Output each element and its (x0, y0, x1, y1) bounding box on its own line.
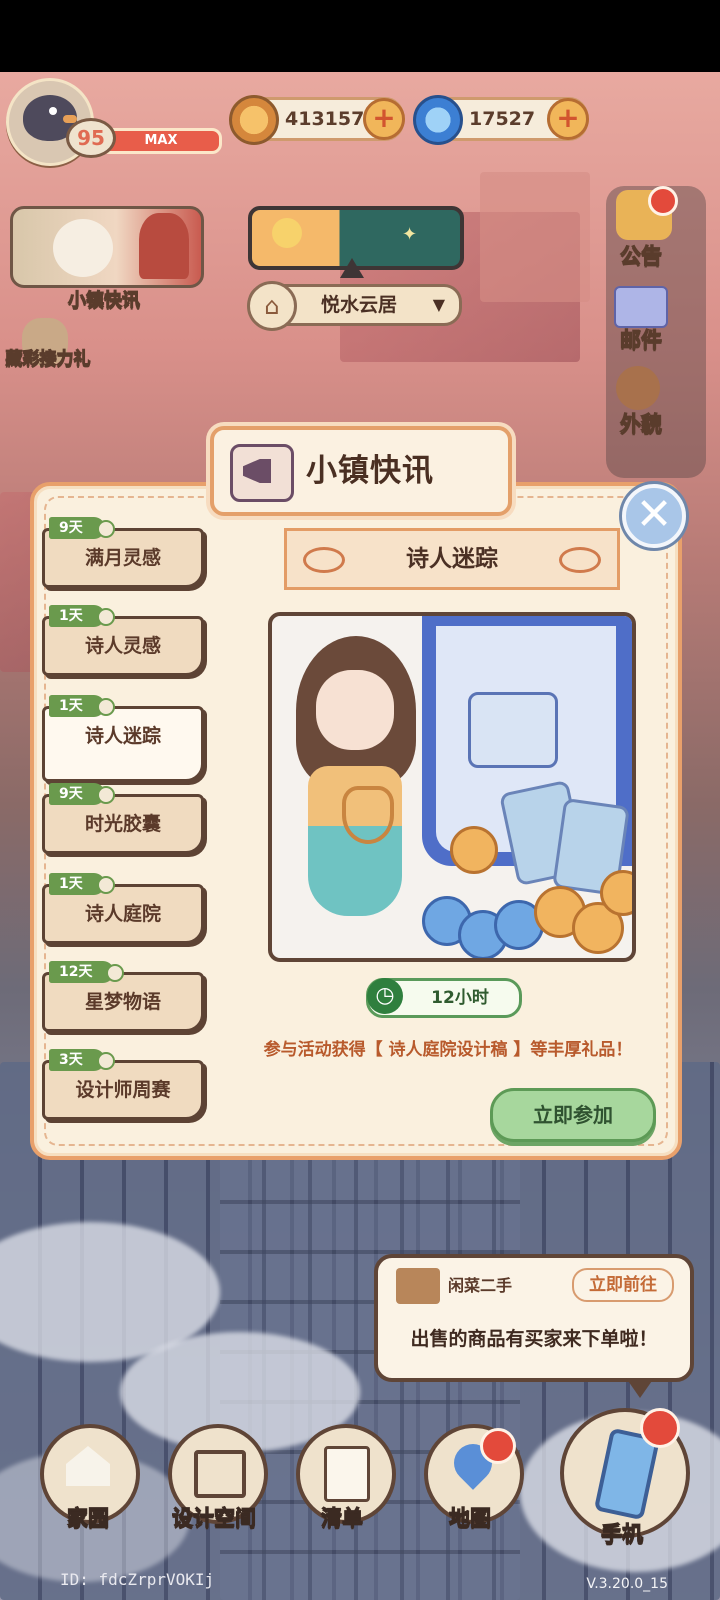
mail-button[interactable]: 邮件 (604, 324, 678, 354)
event-description: 参与活动获得【 诗人庭院设计稿 】等丰厚礼品！ (263, 1040, 633, 1060)
location-selector[interactable]: ⌂ 悦水云居 ▼ (247, 281, 462, 331)
character-portrait (139, 213, 189, 279)
event-title-banner: 诗人迷踪 (284, 528, 620, 590)
add-gems-button[interactable]: + (547, 98, 589, 140)
tab-label: 满月灵感 (84, 547, 161, 569)
town-news-card[interactable] (10, 206, 204, 288)
level-state: MAX (144, 133, 178, 148)
tab-poet-courtyard[interactable]: 1天 诗人庭院 (42, 873, 204, 944)
box-icon (396, 1268, 440, 1304)
sun-icon (272, 218, 302, 248)
phone-red-dot (640, 1408, 680, 1448)
town-news-label: 小镇快讯 (68, 290, 141, 312)
bubble-tail (626, 1378, 654, 1398)
tab-label: 星梦物语 (84, 991, 161, 1013)
player-id: ID: fdcZrprVOKIj (60, 1570, 215, 1589)
join-now-button[interactable]: 立即参加 (490, 1088, 656, 1142)
map-red-dot (480, 1428, 516, 1464)
go-now-button[interactable]: 立即前往 (572, 1268, 674, 1302)
tab-designer-weekly[interactable]: 3天 设计师周赛 (42, 1049, 204, 1120)
tab-star-dream-story[interactable]: 12天 星梦物语 (42, 961, 204, 1032)
coin-counter: 413157 + (229, 95, 405, 145)
event-timer: ◷ 12小时 (366, 978, 522, 1018)
tab-time-capsule[interactable]: 9天 时光胶囊 (42, 783, 204, 854)
list-icon (324, 1446, 370, 1502)
clock-icon: ◷ (367, 978, 403, 1014)
notice-red-dot (648, 186, 678, 216)
design-space-label[interactable]: 设计空间 (144, 1502, 284, 1532)
tab-label: 诗人庭院 (84, 903, 161, 925)
harp-icon (342, 786, 394, 844)
mail-icon[interactable] (614, 286, 668, 328)
megaphone-icon (230, 444, 294, 502)
tab-label: 设计师周赛 (75, 1079, 171, 1101)
house-icon: ⌂ (247, 281, 297, 331)
status-bar (0, 0, 720, 72)
coin-icon (229, 95, 279, 145)
phone-label[interactable]: 手机 (552, 1518, 692, 1548)
add-coins-button[interactable]: + (363, 98, 405, 140)
dialog-title-plaque: 小镇快讯 (210, 426, 512, 516)
star-icon: ✦ (402, 224, 418, 245)
tab-label: 诗人灵感 (84, 635, 161, 657)
list-label[interactable]: 清单 (272, 1502, 412, 1532)
appearance-button[interactable]: 外貌 (604, 408, 678, 438)
event-artwork (268, 612, 636, 962)
chevron-down-icon: ▼ (432, 295, 445, 314)
pointer-triangle (340, 258, 364, 278)
cat-mascot-icon (53, 219, 113, 277)
swirl-gem-icon (413, 95, 463, 145)
tab-label: 诗人迷踪 (84, 725, 161, 747)
experience-bar: MAX (100, 128, 222, 154)
ornament-icon (559, 547, 601, 573)
market-notification[interactable]: 闲菜二手 立即前往 出售的商品有买家来下单啦！ (374, 1254, 694, 1398)
player-level: 95 (66, 118, 116, 158)
gem-counter: 17527 + (413, 95, 589, 145)
tab-full-moon-inspiration[interactable]: 9天 满月灵感 (42, 517, 204, 588)
notice-button[interactable]: 公告 (604, 240, 678, 270)
game-screen: MAX 95 413157 + 17527 + 小镇快讯 藏彩接力礼 ✦ ⌂ 悦… (0, 0, 720, 1600)
close-button[interactable]: ✕ (622, 484, 686, 548)
notification-source: 闲菜二手 (448, 1276, 513, 1295)
tab-poet-trail[interactable]: 1天 诗人迷踪 (42, 695, 204, 782)
coin-amount: 413157 (285, 108, 365, 130)
background-tower (480, 172, 590, 302)
treasure-chest-icon (468, 692, 558, 768)
notification-message: 出售的商品有买家来下单啦！ (410, 1328, 658, 1350)
home-label[interactable]: 家园 (18, 1502, 158, 1532)
dialog-title: 小镇快讯 (306, 453, 434, 489)
home-icon (66, 1446, 110, 1486)
location-name: 悦水云居 (320, 294, 397, 316)
tab-poet-inspiration[interactable]: 1天 诗人灵感 (42, 605, 204, 676)
avatar-eye (49, 107, 57, 115)
gem-amount: 17527 (469, 108, 536, 130)
ruler-icon (194, 1450, 246, 1498)
collection-relay-label[interactable]: 藏彩接力礼 (0, 344, 96, 370)
poet-character (272, 636, 432, 946)
reward-pile (422, 826, 632, 958)
map-label[interactable]: 地图 (400, 1502, 540, 1532)
version-label: V.3.20.0_15 (586, 1576, 668, 1592)
tab-label: 时光胶囊 (84, 813, 161, 835)
appearance-icon[interactable] (616, 366, 660, 410)
timer-text: 12小时 (431, 988, 489, 1008)
